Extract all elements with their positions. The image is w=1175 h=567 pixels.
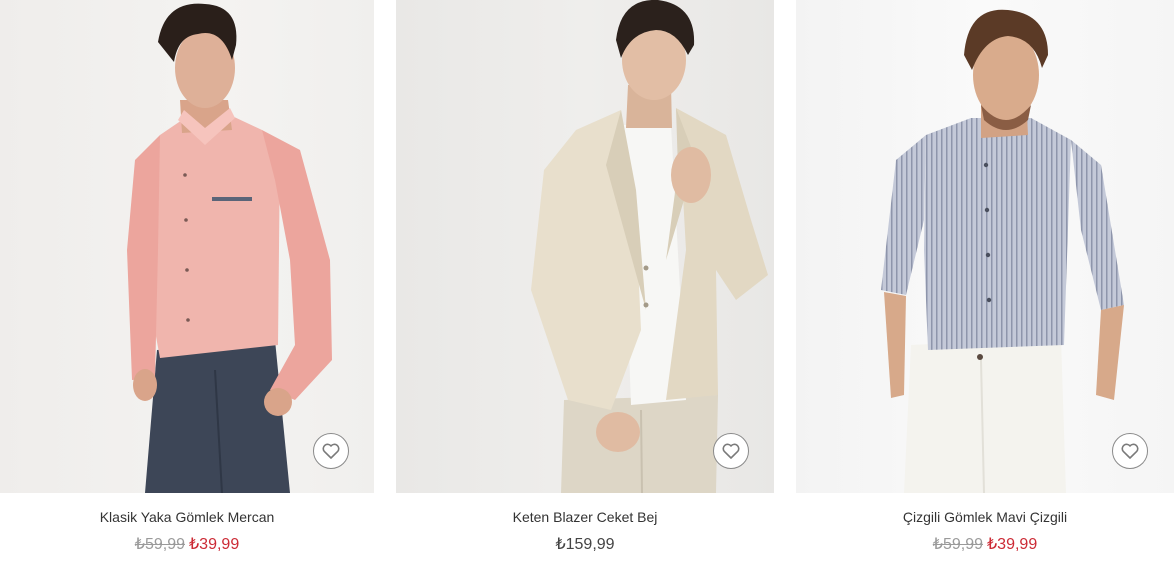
- heart-outline-icon: [722, 443, 740, 459]
- favorite-button[interactable]: [313, 433, 349, 469]
- product-name[interactable]: Keten Blazer Ceket Bej: [396, 509, 774, 525]
- old-price: ₺59,99: [134, 536, 185, 553]
- sale-price: ₺39,99: [987, 536, 1038, 553]
- product-price: ₺159,99: [396, 534, 774, 554]
- product-image[interactable]: [396, 0, 774, 493]
- product-image[interactable]: [796, 0, 1174, 493]
- product-name[interactable]: Çizgili Gömlek Mavi Çizgili: [796, 509, 1174, 525]
- old-price: ₺59,99: [932, 536, 983, 553]
- product-card[interactable]: Keten Blazer Ceket Bej ₺159,99: [396, 0, 774, 567]
- regular-price: ₺159,99: [555, 536, 615, 553]
- product-image[interactable]: [0, 0, 374, 493]
- product-price: ₺59,99 ₺39,99: [0, 534, 374, 554]
- favorite-button[interactable]: [1112, 433, 1148, 469]
- product-price: ₺59,99 ₺39,99: [796, 534, 1174, 554]
- product-card[interactable]: Klasik Yaka Gömlek Mercan ₺59,99 ₺39,99: [0, 0, 378, 567]
- product-photo-figure: [127, 3, 332, 493]
- product-card[interactable]: Çizgili Gömlek Mavi Çizgili ₺59,99 ₺39,99: [796, 0, 1174, 567]
- heart-outline-icon: [1121, 443, 1139, 459]
- heart-outline-icon: [322, 443, 340, 459]
- product-photo-figure: [881, 9, 1124, 493]
- sale-price: ₺39,99: [189, 536, 240, 553]
- product-name[interactable]: Klasik Yaka Gömlek Mercan: [0, 509, 374, 525]
- product-photo-figure: [531, 0, 768, 493]
- favorite-button[interactable]: [713, 433, 749, 469]
